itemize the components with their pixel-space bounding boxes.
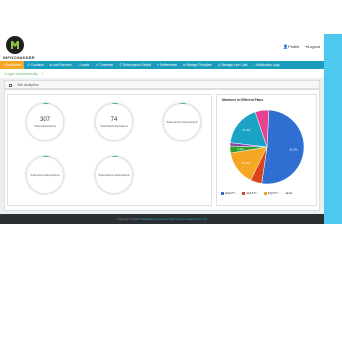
stat-total-subscriptions: 307 Total Subscriptions [26, 103, 64, 141]
nav-item-notification-logs[interactable]: ♪ Notification Logs [251, 61, 283, 69]
pie-slice-label: 15.1% [242, 161, 250, 165]
nav-item-dashboard[interactable]: ⌂ Dashboard [0, 61, 25, 69]
nav-item-contacts[interactable]: ✆ Contacts [24, 61, 46, 69]
right-edge-bar [324, 34, 342, 224]
profile-link[interactable]: 👤Profile [283, 44, 299, 49]
logo-mark-icon [10, 40, 20, 50]
stat-label: Total Subscriptions [34, 125, 56, 128]
panel-title: Site Analytics [17, 83, 39, 87]
legend-item[interactable]: EQUITY ... [242, 191, 260, 195]
nav-item-settlements[interactable]: ₹ Settlements [154, 61, 180, 69]
stat-label: Total Inactive Subscriptions [98, 174, 130, 177]
stat-total-inactive-subscriptions: Total Inactive Subscriptions [163, 103, 201, 141]
panel-icon [9, 84, 12, 87]
stat-label: Total Active Subscriptions [30, 174, 60, 177]
nav-item-add-services[interactable]: ⊞ Add Services [47, 61, 75, 69]
progress-arc [43, 103, 49, 105]
pie-chart: 51.5% 15.1% 3.3% 17.9% [229, 109, 305, 185]
status-message: Login successfully....! [5, 71, 43, 76]
stat-value: 307 [39, 117, 50, 123]
stat-label: Total Paid Subscriptions [100, 125, 128, 128]
top-header: INFOCHAKKER 👤Profile ⇥Logout [0, 34, 324, 61]
main-nav: ⌂ Dashboard ✆ Contacts ⊞ Add Services ⌁ … [0, 61, 324, 69]
stat-total-active-subscriptions: Total Active Subscriptions [26, 156, 64, 194]
company-link[interactable]: Infochakker Investment Tips Trading Acad… [140, 217, 207, 221]
nav-item-subscription-details[interactable]: ☰ Subscription Details [116, 61, 154, 69]
legend-swatch [263, 191, 267, 195]
chevron-right-icon: ▸ [290, 191, 293, 195]
nav-item-leads[interactable]: ⌁ Leads [75, 61, 93, 69]
pie-slice-label: 17.9% [242, 128, 250, 132]
progress-arc [112, 103, 118, 105]
pie-slice-label: 3.3% [237, 147, 244, 151]
stat-total-inactive-subscriptions-2: Total Inactive Subscriptions [95, 156, 133, 194]
legend-item[interactable]: EQUITY ... [263, 191, 281, 195]
legend-swatch [221, 191, 224, 195]
pie-slice-label: 51.5% [290, 148, 298, 152]
brand-name: INFOCHAKKER [3, 55, 35, 60]
header-links: 👤Profile ⇥Logout [283, 44, 320, 49]
copyright-text: Copyright © 2019 [116, 217, 140, 221]
progress-arc [112, 156, 118, 158]
stat-label: Total Inactive Subscriptions [166, 121, 198, 124]
panel-header: Site Analytics [4, 80, 320, 89]
brand-logo[interactable] [6, 36, 24, 54]
nav-item-manage-template[interactable]: ✉ Manage Template [180, 61, 215, 69]
legend-item[interactable]: EQUITY ... [221, 191, 238, 195]
chart-legend: EQUITY ... EQUITY ... EQUITY ... ◂1/3▸ [221, 191, 292, 195]
stat-value: 74 [110, 117, 118, 123]
nav-item-manage-live-calls[interactable]: ◎ Manage Live Calls [215, 61, 251, 69]
logout-link[interactable]: ⇥Logout [304, 44, 320, 49]
legend-pager[interactable]: ◂1/3▸ [285, 191, 292, 195]
footer: Copyright © 2019 Infochakker Investment … [0, 214, 324, 224]
progress-arc [180, 103, 186, 105]
nav-item-customer[interactable]: ☺ Customer [92, 61, 116, 69]
stat-total-paid-subscriptions: 74 Total Paid Subscriptions [95, 103, 133, 141]
progress-arc [43, 156, 49, 158]
